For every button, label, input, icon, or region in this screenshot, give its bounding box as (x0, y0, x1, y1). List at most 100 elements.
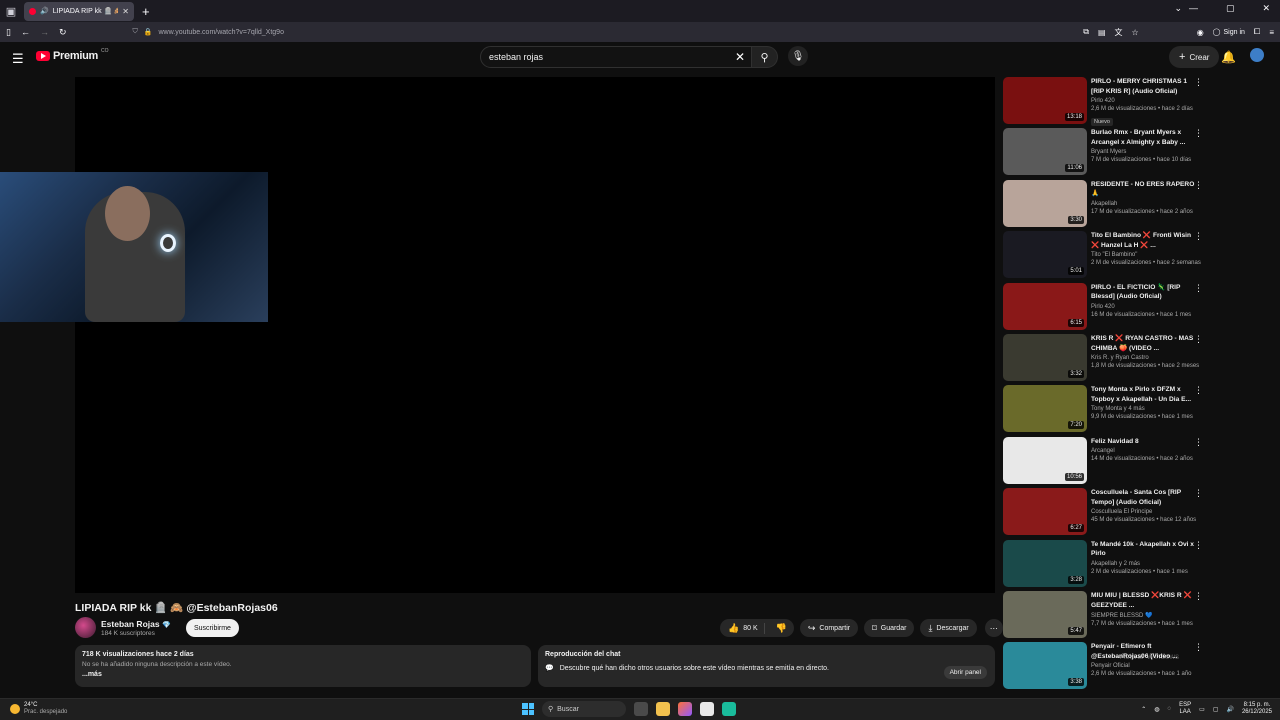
recommendation-channel[interactable]: Bryant Myers (1091, 149, 1196, 155)
open-panel-button[interactable]: Abrir panel (943, 666, 987, 679)
recommendation-thumbnail[interactable]: 7:20 (1003, 385, 1087, 433)
bookmark-star-icon[interactable]: ☆ (1132, 28, 1139, 37)
show-more-link[interactable]: ...más (82, 671, 524, 678)
recommendation-thumbnail[interactable]: 6:15 (1003, 282, 1087, 330)
more-options-icon[interactable]: ⋮ (1194, 385, 1203, 396)
channel-name-row[interactable]: Esteban Rojas 💎 (101, 619, 171, 629)
recommendation-title[interactable]: Feliz Navidad 8 (1091, 437, 1196, 447)
recommendation-title[interactable]: Tito El Bambino ❌ Fronti Wisin ❌ Hanzel … (1091, 231, 1196, 250)
more-options-icon[interactable]: ⋮ (1194, 128, 1203, 139)
lock-icon[interactable]: 🔒 (144, 28, 153, 36)
dislike-button[interactable]: 👎 (769, 623, 794, 634)
avatar[interactable] (1250, 48, 1264, 62)
recommendation-channel[interactable]: Arcangel (1091, 448, 1196, 454)
network-icon[interactable]: ◍ (1154, 706, 1159, 713)
recommendation-thumbnail[interactable]: 5:47 (1003, 591, 1087, 638)
recommendation-item[interactable]: 11:06 Burlao Rmx - Bryant Myers x Arcang… (1003, 128, 1209, 176)
more-actions-button[interactable]: ⋯ (984, 619, 1003, 637)
more-options-icon[interactable]: ⋮ (1194, 540, 1203, 551)
create-button[interactable]: + Crear (1169, 46, 1220, 68)
recommendation-title[interactable]: PIRLO - EL FICTICIO 🦎 [RIP Blessd] (Audi… (1091, 283, 1196, 302)
search-input[interactable]: esteban rojas ✕ (480, 46, 752, 68)
recommendation-thumbnail[interactable]: 11:06 (1003, 128, 1087, 176)
recommendation-channel[interactable]: Cosculluela El Principe (1091, 509, 1196, 515)
wifi-icon[interactable]: ◌ (1168, 706, 1172, 712)
recommendation-channel[interactable]: Kris R. y Ryan Castro (1091, 355, 1196, 361)
recommendation-title[interactable]: Te Mandé 10k - Akapellah x Ovi x Pirlo (1091, 540, 1196, 559)
recommendation-item[interactable]: 7:20 Tony Monta x Pirlo x DFZM x Topboy … (1003, 385, 1209, 433)
search-button[interactable]: ⚲ (752, 46, 778, 68)
channel-name[interactable]: Esteban Rojas (101, 619, 160, 629)
translate-icon[interactable]: 文 (1115, 27, 1123, 38)
close-window-button[interactable]: ✕ (1262, 3, 1270, 14)
firefox-icon[interactable] (678, 702, 692, 716)
recommendation-thumbnail[interactable]: 6:27 (1003, 488, 1087, 536)
more-options-icon[interactable]: ⋮ (1194, 77, 1203, 88)
recommendation-channel[interactable]: Pirlo 420 (1091, 304, 1196, 310)
recommendation-item[interactable]: 3:30 RESIDENTE - NO ERES RAPERO 🙏 Akapel… (1003, 179, 1209, 228)
app-icon[interactable] (722, 702, 736, 716)
browser-tab[interactable]: 🔊 LIPIADA RIP kk 🪦 🙈 @Est ✕ (24, 1, 134, 21)
new-tab-button[interactable]: + (142, 4, 150, 19)
reader-icon[interactable]: ▤ (1098, 28, 1106, 37)
more-options-icon[interactable]: ⋮ (1194, 437, 1203, 448)
recommendation-thumbnail[interactable]: 5:01 (1003, 231, 1087, 279)
share-button[interactable]: ↪ Compartir (799, 619, 859, 637)
recommendation-thumbnail[interactable]: 10:56 (1003, 436, 1087, 484)
recommendation-channel[interactable]: Pirlo 420 (1091, 98, 1196, 104)
volume-icon[interactable]: 🔊 (1226, 706, 1233, 713)
weather-widget[interactable]: 24°C Prac. despejado (10, 702, 67, 716)
recommendation-item[interactable]: 13:18 PIRLO - MERRY CHRISTMAS 1 [RIP KRI… (1003, 77, 1209, 126)
recommendation-channel[interactable]: SIEMPRE BLESSD 💙 (1091, 612, 1196, 619)
more-options-icon[interactable]: ⋮ (1194, 642, 1203, 653)
hamburger-menu-icon[interactable]: ☰ (12, 51, 24, 67)
recommendation-title[interactable]: Burlao Rmx - Bryant Myers x Arcangel x A… (1091, 128, 1196, 147)
video-player[interactable] (75, 77, 995, 593)
maximize-button[interactable]: ▢ (1226, 3, 1235, 14)
recommendation-thumbnail[interactable]: 3:30 (1003, 179, 1087, 227)
display-icon[interactable]: ▢ (1213, 706, 1219, 713)
description-box[interactable]: 718 K visualizaciones hace 2 días No se … (75, 645, 531, 687)
clear-search-icon[interactable]: ✕ (735, 50, 745, 64)
recommendation-item[interactable]: 10:56 Feliz Navidad 8 Arcangel 14 M de v… (1003, 436, 1209, 485)
start-button[interactable] (522, 703, 534, 715)
more-options-icon[interactable]: ⋮ (1194, 231, 1203, 242)
picture-in-picture-icon[interactable]: ⧉ (1083, 27, 1089, 37)
recommendation-title[interactable]: MIU MIU | BLESSD ❌KRIS R ❌ GEEZYDEE ... (1091, 591, 1196, 610)
shield-icon[interactable]: ⛉ (133, 28, 138, 36)
back-button[interactable]: ← (21, 27, 30, 37)
menu-icon[interactable]: ≡ (1269, 28, 1274, 37)
screenshot-icon[interactable]: ◉ (1197, 28, 1204, 37)
recommendation-title[interactable]: PIRLO - MERRY CHRISTMAS 1 [RIP KRIS R] (… (1091, 77, 1196, 96)
recommendation-title[interactable]: Tony Monta x Pirlo x DFZM x Topboy x Aka… (1091, 385, 1196, 404)
channel-avatar[interactable] (75, 617, 96, 638)
voice-search-button[interactable]: 🎙 (788, 46, 808, 66)
tablet-icon[interactable]: ▭ (1199, 706, 1205, 713)
recommendation-channel[interactable]: Akapellah (1091, 201, 1196, 207)
more-options-icon[interactable]: ⋮ (1194, 283, 1203, 294)
recommendation-item[interactable]: 5:01 Tito El Bambino ❌ Fronti Wisin ❌ Ha… (1003, 231, 1209, 279)
recommendation-title[interactable]: Cosculluela - Santa Cos [RIP Tempo] (Aud… (1091, 488, 1196, 507)
address-bar[interactable]: ⛉ 🔒 www.youtube.com/watch?v=7qlld_Xtg9o (133, 28, 1074, 36)
clock[interactable]: 8:15 p. m. 26/12/2025 (1242, 702, 1272, 716)
recommendation-thumbnail[interactable]: 13:18 (1003, 77, 1087, 124)
extensions-icon[interactable]: ⧠ (1254, 27, 1260, 37)
recommendation-channel[interactable]: Tony Monta y 4 más (1091, 406, 1196, 412)
recommendation-item[interactable]: 3:28 Te Mandé 10k - Akapellah x Ovi x Pi… (1003, 539, 1209, 588)
recommendation-thumbnail[interactable]: 3:28 (1003, 539, 1087, 587)
recommendation-thumbnail[interactable]: 3:38 (1003, 642, 1087, 690)
forward-button[interactable]: → (40, 27, 49, 37)
reload-button[interactable]: ↻ (59, 27, 67, 38)
taskbar-search[interactable]: ⚲ Buscar (542, 701, 626, 717)
recommendation-item[interactable]: 3:32 KRIS R ❌ RYAN CASTRO - MAS CHIMBA 🍑… (1003, 334, 1209, 382)
like-button[interactable]: 👍 80 K (720, 622, 765, 634)
file-explorer-icon[interactable] (656, 702, 670, 716)
recommendation-channel[interactable]: Penyair Oficial (1091, 663, 1196, 669)
chevron-up-icon[interactable]: ⌃ (1141, 706, 1146, 713)
recommendation-channel[interactable]: Tito "El Bambino" (1091, 252, 1196, 258)
speaker-icon[interactable]: 🔊 (40, 7, 49, 15)
sign-in-button[interactable]: ◯ Sign in (1213, 28, 1245, 37)
language-indicator[interactable]: ESP LAA (1179, 702, 1191, 716)
recommendation-item[interactable]: 3:38 Penyair - Efímero ft @EstebanRojas0… (1003, 642, 1209, 690)
calculator-icon[interactable] (700, 702, 714, 716)
